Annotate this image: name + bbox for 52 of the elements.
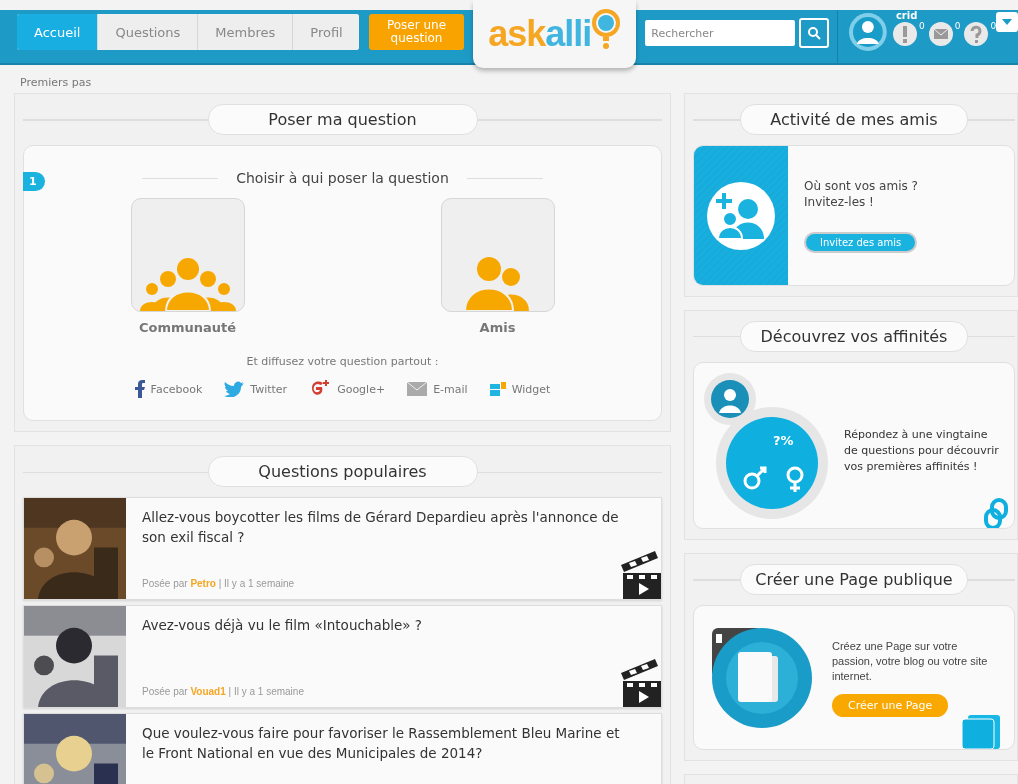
share-link[interactable]: E-mail [407, 378, 468, 400]
notification-counter[interactable]: 0 [927, 21, 961, 47]
exclamation-icon [891, 21, 918, 47]
question-card[interactable]: Avez-vous déjà vu le film «Intouchable» ? Posée par Vouad1 | Il y a 1 semaine [23, 605, 662, 708]
question-title[interactable]: Allez-vous boycotter les films de Gérard Depardieu après l'annonce de son exil fiscal ? [142, 507, 621, 547]
affinity-text: Répondez à une vingtaine de questions pour découvrir vos premières affinités ! [844, 426, 1000, 475]
search-field[interactable]: Rechercher [645, 20, 796, 46]
question-meta: Posée par Vouad1 | Il y a 1 semaine [142, 686, 305, 697]
panel-title: Découvrez vos affinités [740, 321, 968, 352]
step-number: 1 [23, 172, 45, 191]
clapperboard-icon [619, 551, 661, 599]
logo[interactable]: askalli [473, 0, 637, 68]
caret-icon [1002, 19, 1013, 25]
question-mark-icon [963, 21, 990, 47]
question-meta: Posée par Petro | Il y a 1 semaine [142, 578, 296, 589]
dropdown-button[interactable] [996, 12, 1018, 32]
notification-counter[interactable]: 0 [891, 21, 925, 47]
affinity-percent: ?% [773, 433, 794, 448]
speech-bubble-icon [591, 9, 622, 49]
avatar-icon[interactable] [848, 12, 888, 52]
invite-friends-button[interactable]: Invitez des amis [804, 232, 918, 253]
share-link[interactable]: Google+ [309, 378, 386, 400]
panel-title: Questions populaires [207, 456, 478, 487]
pages-icon [710, 625, 814, 730]
panel-title: Créer une Page publique [740, 564, 968, 595]
panel-title: Activité de mes amis [740, 104, 968, 135]
clapperboard-icon [619, 659, 661, 707]
notification-counter[interactable]: 0 [963, 21, 997, 47]
nav-tab[interactable]: Accueil [17, 14, 99, 50]
envelope-icon [927, 21, 954, 47]
page-description: Créez une Page sur votre passion, votre blog ou votre site internet. [832, 638, 989, 684]
search-icon [807, 26, 822, 40]
invite-text: Où sont vos amis ? Invitez-les ! [804, 178, 918, 210]
share-link[interactable]: Widget [489, 378, 551, 400]
step-title: Choisir à qui poser la question [236, 170, 449, 186]
question-title[interactable]: Que voulez-vous faire pour favoriser le Rassemblement Bleu Marine et le Front National en vue des Municipales de 2014? [142, 723, 621, 763]
question-card[interactable]: Allez-vous boycotter les films de Gérard Depardieu après l'annonce de son exil fiscal ? Posée par Petro | Il y a 1 semaine [23, 497, 662, 600]
envelope-icon [407, 382, 428, 396]
facebook-icon [134, 380, 145, 398]
share-link[interactable]: Twitter [224, 378, 288, 400]
bird-icon [224, 381, 245, 397]
search-button[interactable] [799, 18, 830, 48]
share-link[interactable]: Facebook [134, 378, 203, 400]
chain-icon [984, 498, 1008, 528]
breadcrumb[interactable]: Premiers pas [0, 65, 1018, 93]
widget-icon [489, 382, 506, 396]
add-friends-icon [706, 180, 776, 251]
question-card[interactable]: Que voulez-vous faire pour favoriser le Rassemblement Bleu Marine et le Front National en vue des Municipales de 2014? [23, 713, 662, 784]
question-title[interactable]: Avez-vous déjà vu le film «Intouchable» ? [142, 615, 423, 635]
panel-title: Poser ma question [207, 104, 478, 135]
user-name[interactable]: crid [895, 10, 997, 21]
share-label: Et diffusez votre question partout : [246, 355, 439, 368]
